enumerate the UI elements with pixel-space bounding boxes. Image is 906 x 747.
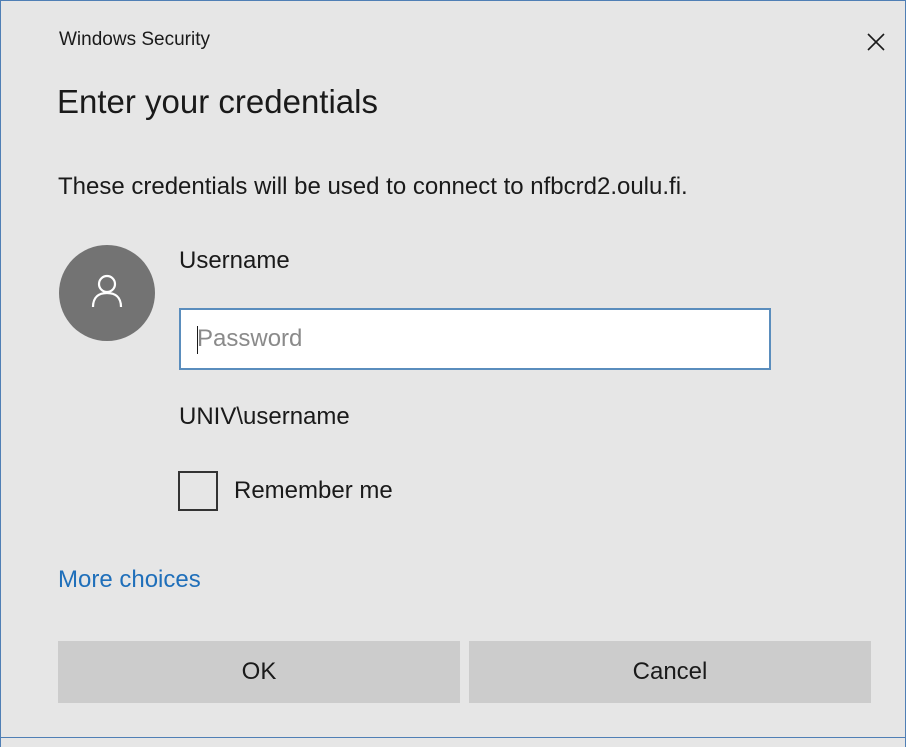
remember-me-label: Remember me [234,477,393,504]
text-caret [197,326,198,354]
window-title: Windows Security [59,29,210,50]
credentials-dialog: Windows Security Enter your credentials … [0,0,906,747]
ok-button[interactable]: OK [58,641,460,703]
dialog-border [1,737,906,738]
password-field[interactable] [179,308,771,370]
domain-username-label: UNIV\username [179,403,350,430]
cancel-button[interactable]: Cancel [469,641,871,703]
password-input[interactable] [181,310,769,368]
close-button[interactable] [857,23,895,61]
dialog-heading: Enter your credentials [57,83,378,120]
dialog-description: These credentials will be used to connec… [58,173,688,200]
remember-me-checkbox[interactable] [178,471,218,511]
more-choices-link[interactable]: More choices [58,566,201,594]
avatar [59,245,155,341]
username-label: Username [179,247,290,274]
user-icon [87,271,127,316]
close-icon [867,33,885,51]
remember-me-option[interactable]: Remember me [178,471,393,511]
